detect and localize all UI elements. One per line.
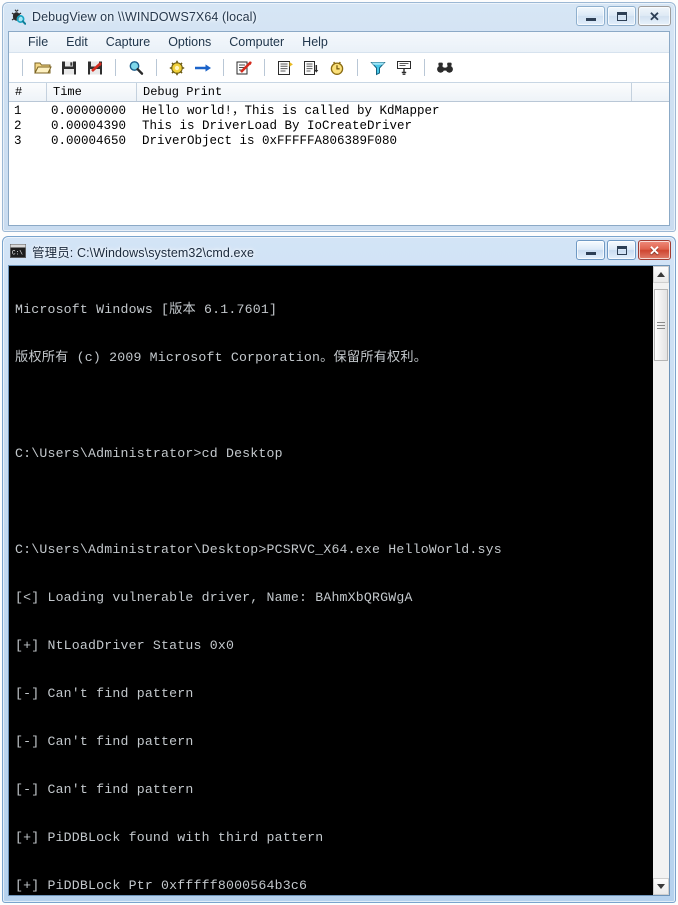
debugview-toolbar[interactable]	[9, 53, 669, 83]
cmd-titlebar[interactable]: C:\ 管理员: C:\Windows\system32\cmd.exe ✕	[3, 237, 675, 265]
filter-icon[interactable]	[367, 57, 389, 79]
row-time: 0.00004390	[51, 119, 127, 133]
debugview-client: File Edit Capture Options Computer Help	[8, 31, 670, 226]
log-to-file-icon[interactable]	[300, 57, 322, 79]
console-line: [-] Can't find pattern	[15, 782, 194, 797]
save-icon[interactable]	[58, 57, 80, 79]
autoscroll-icon[interactable]	[274, 57, 296, 79]
console-line: C:\Users\Administrator\Desktop>PCSRVC_X6…	[15, 542, 502, 557]
row-message: DriverObject is 0xFFFFFA806389F080	[142, 134, 398, 148]
console-line: [<] Loading vulnerable driver, Name: BAh…	[15, 590, 413, 605]
scroll-down-icon[interactable]	[653, 878, 669, 895]
menu-options[interactable]: Options	[159, 34, 220, 51]
toolbar-separator	[264, 59, 265, 76]
toolbar-separator	[424, 59, 425, 76]
debugview-menubar[interactable]: File Edit Capture Options Computer Help	[9, 32, 669, 53]
find-icon[interactable]	[125, 57, 147, 79]
debugview-title: DebugView on \\WINDOWS7X64 (local)	[32, 10, 257, 24]
menu-computer[interactable]: Computer	[220, 34, 293, 51]
debugview-maximize-button[interactable]	[607, 6, 636, 26]
find-next-icon[interactable]	[434, 57, 456, 79]
console-output[interactable]: Microsoft Windows [版本 6.1.7601] 版权所有 (c)…	[9, 266, 652, 895]
scrollbar-track[interactable]	[653, 283, 669, 878]
table-row[interactable]: 2 0.00004390 This is DriverLoad By IoCre…	[9, 119, 669, 134]
console-line: Microsoft Windows [版本 6.1.7601]	[15, 302, 278, 317]
table-row[interactable]: 3 0.00004650 DriverObject is 0xFFFFFA806…	[9, 134, 669, 149]
console-line: [+] NtLoadDriver Status 0x0	[15, 638, 235, 653]
console-line: [-] Can't find pattern	[15, 734, 194, 749]
debugview-column-headers[interactable]: # Time Debug Print	[9, 83, 669, 102]
console-line: C:\Users\Administrator>cd Desktop	[15, 446, 283, 461]
bug-magnifier-icon	[10, 9, 27, 25]
debugview-window[interactable]: DebugView on \\WINDOWS7X64 (local) ✕ Fil…	[2, 2, 676, 232]
console-line: [+] PiDDBLock found with third pattern	[15, 830, 324, 845]
console-line: 版权所有 (c) 2009 Microsoft Corporation。保留所有…	[15, 350, 428, 365]
debugview-titlebar[interactable]: DebugView on \\WINDOWS7X64 (local) ✕	[3, 3, 675, 31]
command-prompt-window[interactable]: C:\ 管理员: C:\Windows\system32\cmd.exe ✕ M…	[2, 236, 676, 903]
open-log-icon[interactable]	[32, 57, 54, 79]
table-row[interactable]: 1 0.00000000 Hello world!，This is called…	[9, 104, 669, 119]
scroll-up-icon[interactable]	[653, 266, 669, 283]
toolbar-separator	[156, 59, 157, 76]
row-time: 0.00004650	[51, 134, 127, 148]
column-header-debug-print[interactable]: Debug Print	[137, 83, 632, 101]
row-number: 2	[14, 119, 22, 133]
row-number: 1	[14, 104, 22, 118]
scrollbar-thumb[interactable]	[654, 289, 668, 361]
desktop: DebugView on \\WINDOWS7X64 (local) ✕ Fil…	[0, 0, 678, 905]
column-header-time[interactable]: Time	[47, 83, 137, 101]
menu-capture[interactable]: Capture	[97, 34, 159, 51]
debugview-window-controls[interactable]: ✕	[576, 6, 671, 26]
save-and-clear-icon[interactable]	[84, 57, 106, 79]
toolbar-separator	[115, 59, 116, 76]
debugview-minimize-button[interactable]	[576, 6, 605, 26]
cmd-close-button[interactable]: ✕	[638, 240, 671, 260]
console-line: [-] Can't find pattern	[15, 686, 194, 701]
debugview-output-list[interactable]: 1 0.00000000 Hello world!，This is called…	[9, 102, 669, 225]
toolbar-separator	[22, 59, 23, 76]
menu-file[interactable]: File	[19, 34, 57, 51]
column-header-number[interactable]: #	[9, 83, 47, 101]
toolbar-separator	[357, 59, 358, 76]
clear-output-icon[interactable]	[233, 57, 255, 79]
cmd-client: Microsoft Windows [版本 6.1.7601] 版权所有 (c)…	[8, 265, 670, 896]
capture-win32-icon[interactable]	[166, 57, 188, 79]
menu-help[interactable]: Help	[293, 34, 337, 51]
cmd-maximize-button[interactable]	[607, 240, 636, 260]
cmd-window-controls[interactable]: ✕	[576, 240, 671, 260]
history-depth-icon[interactable]	[326, 57, 348, 79]
highlight-icon[interactable]	[393, 57, 415, 79]
row-message: This is DriverLoad By IoCreateDriver	[142, 119, 413, 133]
scrollbar-grip	[657, 320, 665, 331]
capture-kernel-icon[interactable]	[192, 57, 214, 79]
console-icon: C:\	[10, 243, 26, 259]
cmd-minimize-button[interactable]	[576, 240, 605, 260]
row-message: Hello world!，This is called by KdMapper	[142, 104, 440, 118]
svg-text:C:\: C:\	[12, 250, 23, 257]
row-time: 0.00000000	[51, 104, 127, 118]
console-scrollbar[interactable]	[652, 266, 669, 895]
column-header-filler	[632, 83, 669, 101]
console-line: [+] PiDDBLock Ptr 0xfffff8000564b3c6	[15, 878, 308, 893]
debugview-close-button[interactable]: ✕	[638, 6, 671, 26]
row-number: 3	[14, 134, 22, 148]
toolbar-separator	[223, 59, 224, 76]
cmd-title: 管理员: C:\Windows\system32\cmd.exe	[32, 245, 255, 260]
menu-edit[interactable]: Edit	[57, 34, 97, 51]
